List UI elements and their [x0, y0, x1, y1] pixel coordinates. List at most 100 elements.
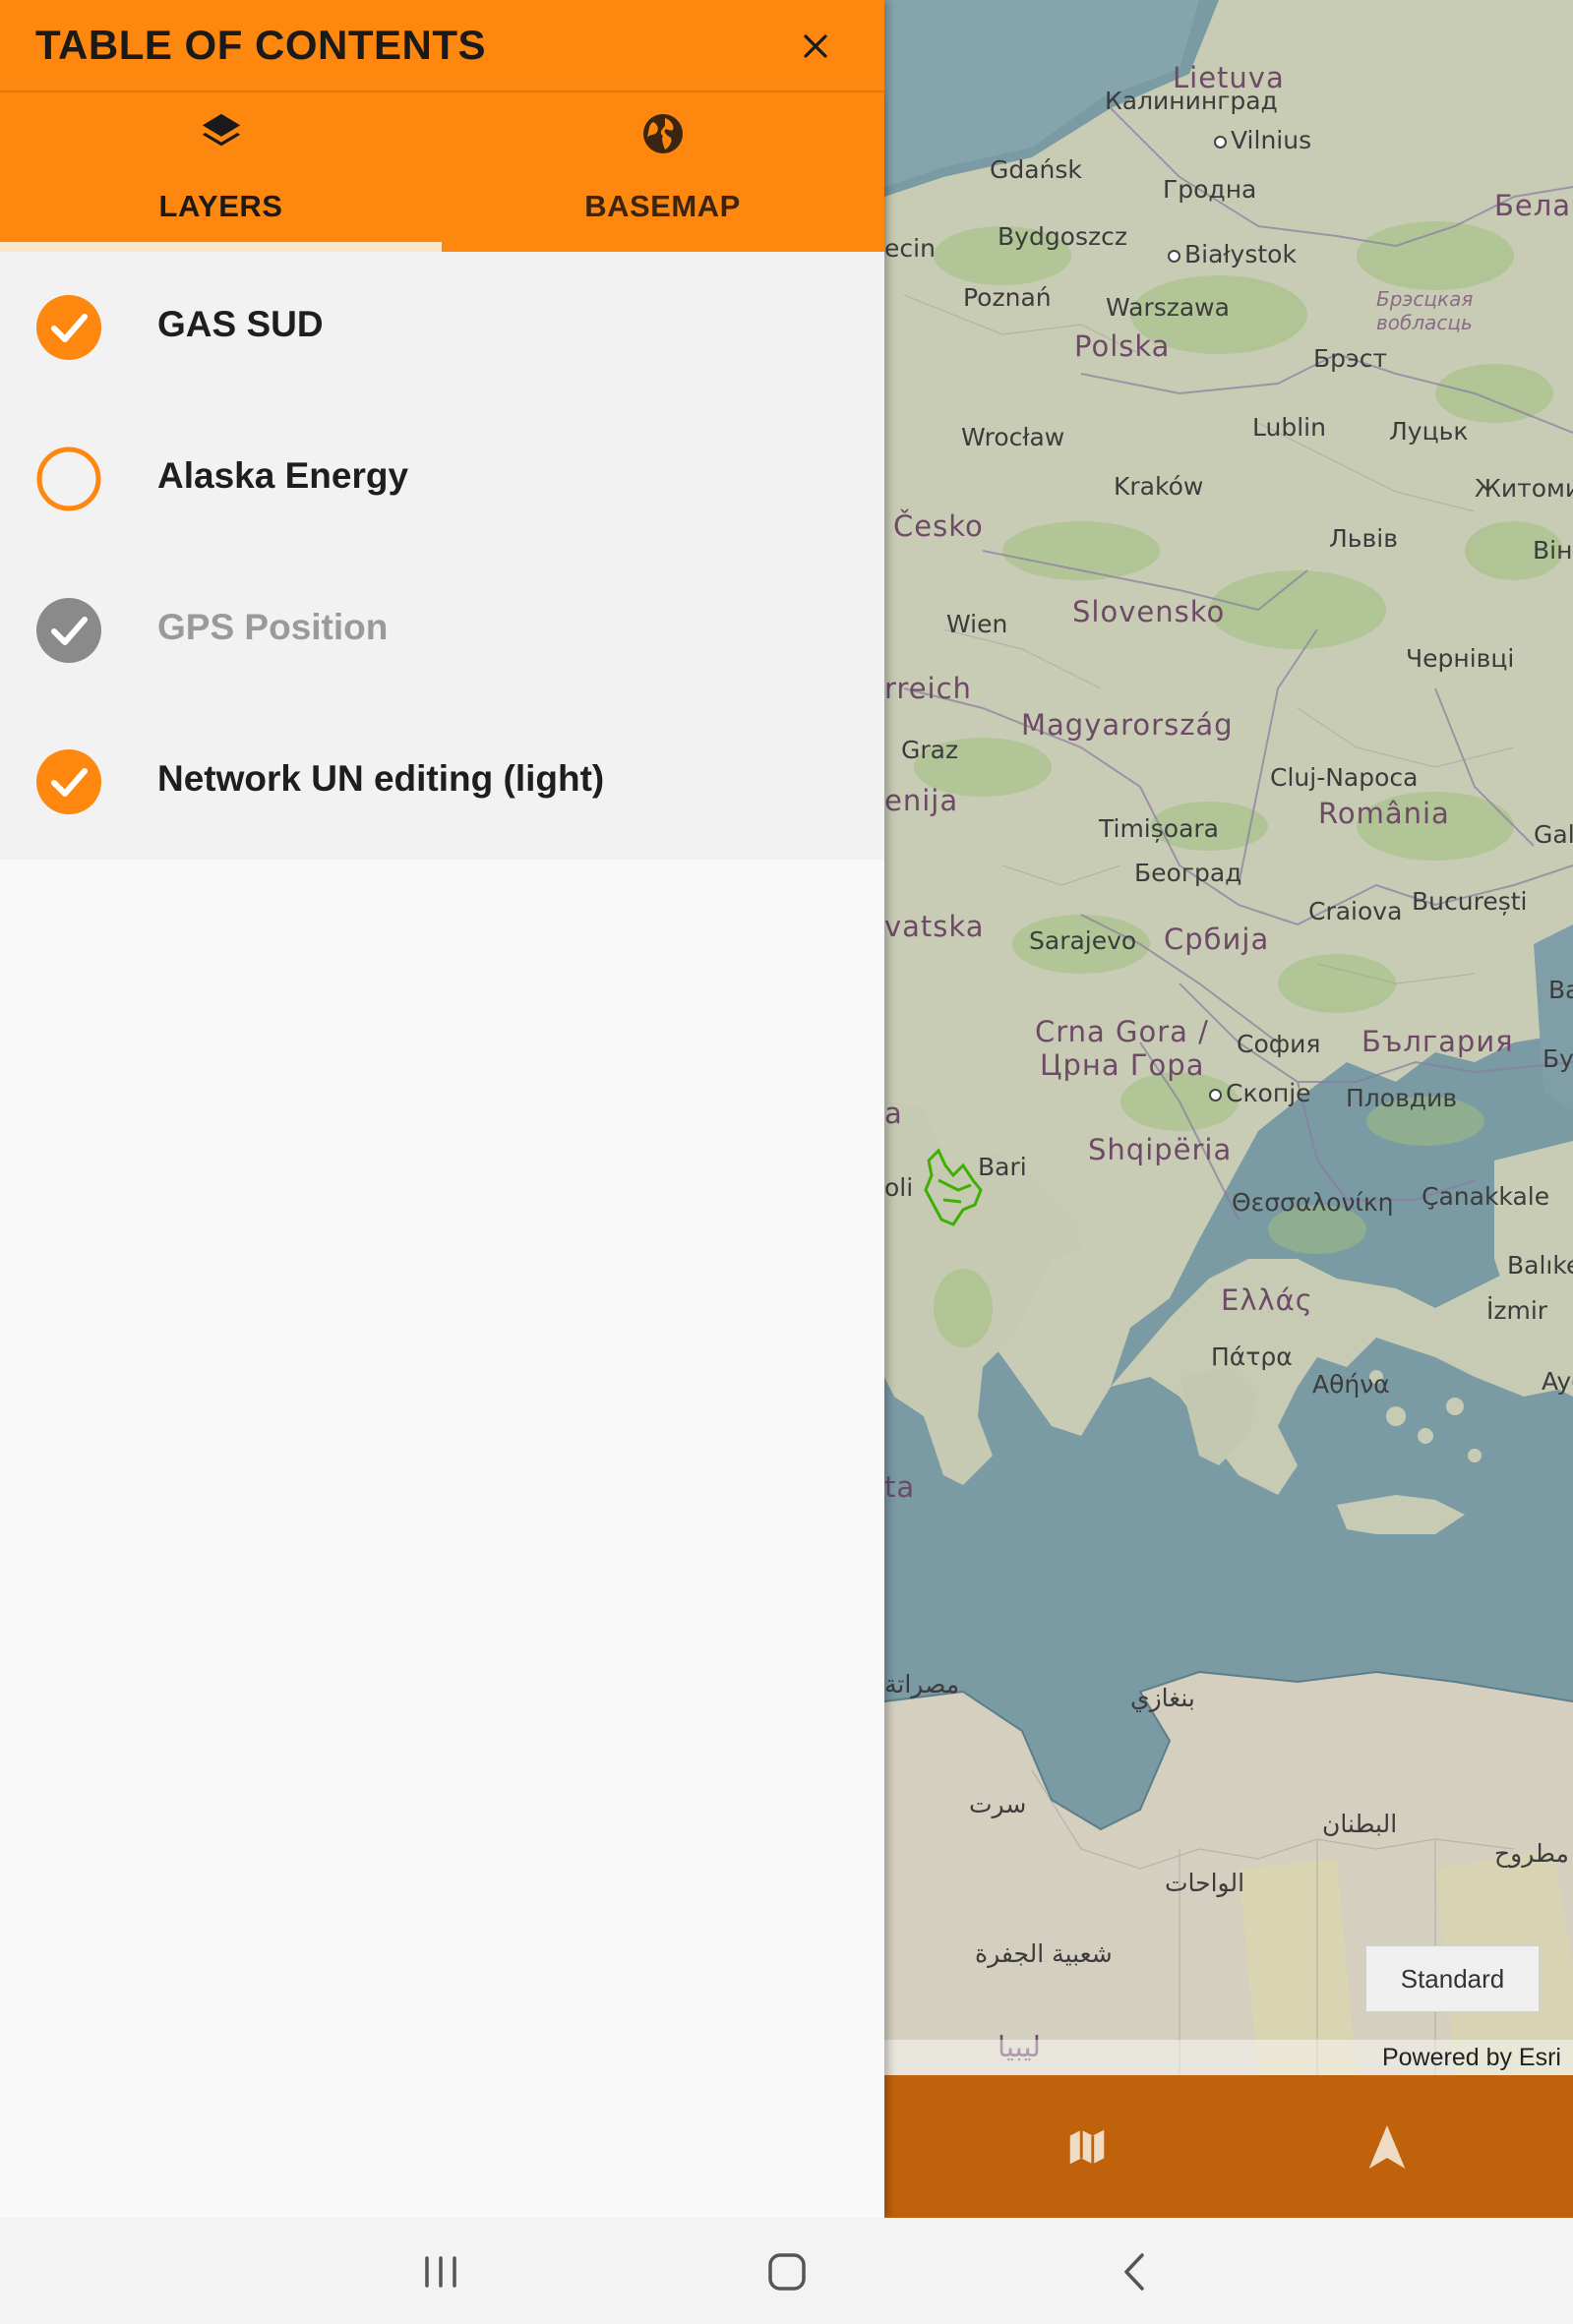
map-label: Aydı [1542, 1367, 1573, 1396]
map-label: Він [1533, 536, 1573, 565]
tab-label: BASEMAP [584, 189, 741, 223]
map-label: Gal [1534, 820, 1573, 849]
map-label: Калининград [1105, 87, 1278, 115]
map-label: București [1412, 887, 1528, 916]
map-label: Бу [1543, 1044, 1573, 1073]
tab-indicator [0, 242, 442, 252]
map-label: مطروح [1494, 1839, 1569, 1868]
close-icon [804, 34, 827, 58]
map-label: البطنان [1322, 1810, 1398, 1838]
map-label: Polska [1074, 329, 1171, 363]
map-label: Kraków [1114, 472, 1204, 501]
map-label: Cluj-Napoca [1270, 763, 1419, 792]
map-label: Львів [1329, 524, 1398, 553]
back-icon [1124, 2253, 1144, 2291]
map-label: Белар [1494, 189, 1573, 222]
map-label: بنغازي [1130, 1684, 1195, 1712]
map-label: Balıke [1507, 1251, 1573, 1280]
table-of-contents-panel: TABLE OF CONTENTS LAYERS BASEMAP GAS SUD… [0, 0, 884, 2218]
map-label: Warszawa [1106, 293, 1230, 322]
checked-icon[interactable] [36, 295, 101, 360]
tab-basemap[interactable]: BASEMAP [442, 92, 883, 252]
system-navigation-bar [0, 2218, 1573, 2324]
home-button[interactable] [733, 2237, 841, 2306]
map-label: Bari [978, 1153, 1027, 1181]
map-label: Ελλάς [1221, 1283, 1313, 1317]
map-label: Poznań [963, 283, 1052, 312]
back-button[interactable] [1079, 2237, 1187, 2306]
recents-button[interactable] [387, 2237, 495, 2306]
map-label: România [1318, 797, 1450, 830]
globe-icon [442, 110, 883, 159]
map-label: Пловдив [1346, 1084, 1458, 1112]
basemap-style-button[interactable]: Standard [1365, 1945, 1540, 2012]
map-label: ta [884, 1470, 916, 1504]
map-label: Sarajevo [1029, 926, 1137, 955]
tab-layers[interactable]: LAYERS [0, 92, 442, 252]
home-icon [768, 2253, 806, 2291]
map-label: Česko [893, 509, 984, 543]
map-label: Timișoara [1099, 814, 1219, 843]
map-label: شعبية الجفرة [975, 1939, 1113, 1968]
toc-header: TABLE OF CONTENTS [0, 0, 884, 92]
map-label: İzmir [1486, 1296, 1548, 1325]
map-label: Çanakkale [1422, 1182, 1550, 1211]
map-label: Србија [1164, 923, 1270, 956]
map-label: Wien [946, 610, 1008, 638]
map-label: a [884, 1097, 903, 1130]
layer-name: GAS SUD [157, 304, 324, 344]
unchecked-icon[interactable] [36, 447, 101, 511]
map-label: Lublin [1252, 413, 1326, 442]
toc-tabs: LAYERS BASEMAP [0, 92, 884, 252]
layer-name: Alaska Energy [157, 455, 409, 496]
map-label: الواحات [1165, 1869, 1245, 1897]
navigation-arrow-icon [1368, 2124, 1406, 2169]
layer-name: Network UN editing (light) [157, 758, 605, 799]
map-label: Гродна [1163, 175, 1257, 204]
map-label: Wrocław [961, 423, 1065, 451]
map-region-label: Брэсцкая вобласць [1376, 287, 1474, 334]
map-label: Πάτρα [1211, 1342, 1293, 1371]
tab-label: LAYERS [158, 189, 283, 223]
checked-icon[interactable] [36, 749, 101, 814]
map-label: Скопје [1209, 1079, 1311, 1107]
map-label: enija [884, 784, 959, 817]
map-label: Црна Гора [1040, 1048, 1205, 1082]
map-attribution: Powered by Esri [884, 2040, 1573, 2075]
map-label: Θεσσαλονίκη [1232, 1188, 1394, 1217]
map-label: vatska [884, 910, 985, 943]
disabled-checked-icon [36, 598, 101, 663]
map-label: Magyarország [1021, 708, 1234, 742]
map-label: Αθήνα [1312, 1370, 1390, 1399]
map-icon [1069, 2129, 1105, 2164]
recents-icon [425, 2256, 456, 2288]
map-label: Craiova [1308, 897, 1403, 925]
map-label: Białystok [1168, 240, 1297, 268]
map-label: rreich [884, 672, 972, 705]
map-label: Вар [1548, 976, 1573, 1004]
map-label: سرت [969, 1790, 1027, 1818]
layer-row-gps-position: GPS Position [0, 555, 884, 706]
map-label: Slovensko [1072, 595, 1226, 628]
map-toolbar [884, 2075, 1573, 2218]
map-label: България [1361, 1025, 1514, 1058]
layer-name: GPS Position [157, 607, 389, 647]
map-label: مصراتة [884, 1670, 960, 1698]
map-label: ecin [884, 234, 936, 263]
map-button[interactable] [1018, 2075, 1156, 2218]
layer-row-alaska-energy[interactable]: Alaska Energy [0, 403, 884, 555]
navigate-button[interactable] [1318, 2075, 1456, 2218]
close-button[interactable] [789, 20, 842, 73]
map-view[interactable]: Lietuva Калининград Vilnius Gdańsk Гродн… [884, 0, 1573, 2075]
map-label: Житоми [1475, 474, 1573, 503]
map-label: Bydgoszcz [998, 222, 1127, 251]
layer-row-network-un-editing[interactable]: Network UN editing (light) [0, 706, 884, 858]
map-label: Crna Gora / [1035, 1015, 1209, 1048]
map-label: София [1237, 1030, 1321, 1058]
map-label: oli [884, 1173, 914, 1202]
map-label: Луцьк [1389, 417, 1469, 446]
map-label: Брэст [1313, 344, 1388, 373]
layer-row-gas-sud[interactable]: GAS SUD [0, 252, 884, 403]
map-label: Београд [1134, 859, 1242, 887]
layer-list: GAS SUD Alaska Energy GPS Position Netwo… [0, 252, 884, 860]
